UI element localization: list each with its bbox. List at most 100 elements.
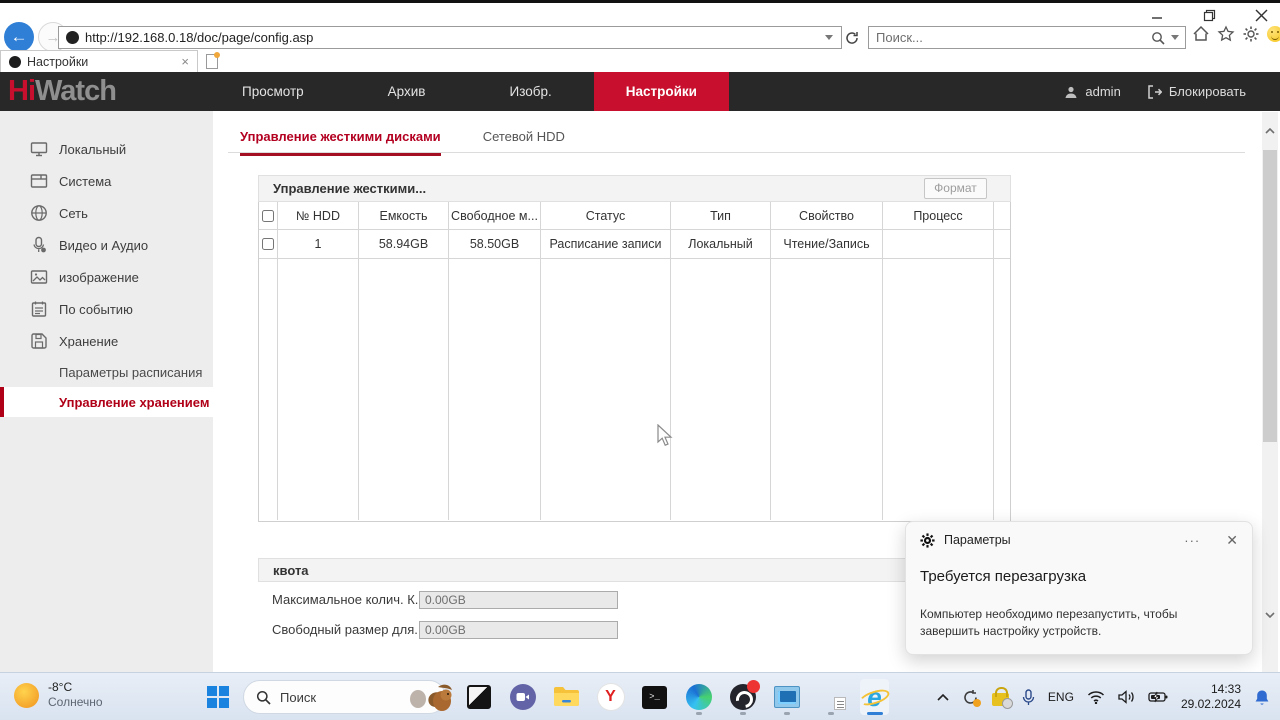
browser-search[interactable] [868,26,1186,49]
storage-disk-icon [31,333,47,349]
col-capacity: Емкость [359,202,449,229]
security-lock-icon[interactable] [991,687,1013,709]
weather-condition: Солнечно [48,695,103,709]
lock-button[interactable]: Блокировать [1147,84,1246,99]
sidebar-item-network[interactable]: Сеть [0,197,213,229]
app-dark-square-icon[interactable] [464,679,493,715]
scrollbar-thumb[interactable] [1263,150,1277,442]
address-bar[interactable] [58,26,842,49]
tab-close-icon[interactable]: × [173,54,197,69]
max-capacity-input[interactable] [419,590,618,609]
notification-toast[interactable]: Параметры ··· ✕ Требуется перезагрузка К… [905,521,1253,655]
menu-live-view[interactable]: Просмотр [200,72,346,111]
tab-favicon [9,55,21,68]
app-navbar: Hi Watch Просмотр Архив Изобр. Настройки … [0,72,1280,111]
internet-explorer-icon[interactable]: e [857,679,891,715]
tabs-divider [228,152,1245,153]
sidebar-item-event[interactable]: По событию [0,293,213,325]
volume-icon[interactable] [1118,690,1135,704]
sidebar-item-system[interactable]: Система [0,165,213,197]
start-button[interactable] [207,686,229,708]
page-scrollbar[interactable] [1262,112,1278,672]
wifi-icon[interactable] [1087,690,1105,704]
video-call-app-icon[interactable] [508,679,537,715]
refresh-button[interactable] [842,26,862,49]
toast-close-icon[interactable]: ✕ [1226,532,1238,549]
col-free-space: Свободное м... [449,202,541,229]
url-input[interactable] [85,30,817,45]
search-icon [256,690,271,705]
new-tab-button[interactable] [202,52,222,71]
file-explorer-icon[interactable] [552,679,581,715]
terminal-icon[interactable]: >_ [640,679,669,715]
weather-widget[interactable]: -8°C Солнечно [14,680,103,710]
squirrel-sticker[interactable] [408,681,454,713]
free-quota-label: Свободный размер для... [272,622,419,637]
yandex-browser-icon[interactable]: Y [596,679,625,715]
microphone-icon [33,236,46,253]
feedback-smiley-icon[interactable] [1267,26,1280,42]
free-quota-field: Свободный размер для... [272,620,618,639]
format-button[interactable]: Формат [924,178,987,199]
user-icon [1065,86,1077,98]
browser-toolbar: ← → [0,22,1280,52]
cell-progress [883,230,994,258]
language-indicator[interactable]: ENG [1048,690,1074,704]
clock-widget[interactable]: 14:33 29.02.2024 [1181,682,1241,712]
toast-app-name: Параметры [944,533,1011,547]
col-hdd-no: № HDD [278,202,359,229]
col-property: Свойство [771,202,883,229]
toast-body: Компьютер необходимо перезапустить, чтоб… [920,607,1178,639]
sidebar-item-schedule-settings[interactable]: Параметры расписания [0,357,213,387]
restore-button[interactable] [1194,5,1224,25]
row-checkbox[interactable] [262,238,274,250]
obs-studio-icon[interactable] [728,679,760,715]
toast-more-icon[interactable]: ··· [1184,533,1200,548]
edge-browser-icon[interactable] [684,679,713,715]
browser-tab[interactable]: Настройки × [0,50,198,72]
settings-gear-icon[interactable] [1242,25,1260,43]
free-quota-input[interactable] [419,620,618,639]
minimize-button[interactable] [1142,5,1172,25]
microphone-tray-icon[interactable] [1022,688,1035,706]
menu-picture[interactable]: Изобр. [467,72,593,111]
tray-expand-icon[interactable] [937,693,949,701]
scroll-up-icon[interactable] [1262,120,1278,142]
max-capacity-field: Максимальное колич. К... [272,590,618,609]
col-type: Тип [671,202,771,229]
close-button[interactable] [1246,5,1276,25]
sidebar-item-storage-management[interactable]: Управление хранением [0,387,213,417]
menu-settings[interactable]: Настройки [593,72,729,111]
sidebar-item-video-audio[interactable]: Видео и Аудио [0,229,213,261]
sidebar-item-local[interactable]: Локальный [0,133,213,165]
notification-bell-icon[interactable] [1254,689,1270,706]
col-progress: Процесс [883,202,994,229]
hdd-panel-title: Управление жесткими... [273,181,427,196]
url-dropdown-icon[interactable] [825,35,833,40]
sidebar-item-storage[interactable]: Хранение [0,325,213,357]
network-utility-icon[interactable] [816,679,846,715]
table-row[interactable]: 1 58.94GB 58.50GB Расписание записи Лока… [259,230,1010,259]
table-header-row: № HDD Емкость Свободное м... Статус Тип … [259,202,1010,230]
select-all-checkbox[interactable] [262,209,274,222]
battery-icon[interactable] [1148,691,1168,703]
system-window-icon [30,174,48,188]
hdd-panel: Управление жесткими... Формат № HDD Емко… [258,175,1011,522]
sidebar-item-image[interactable]: изображение [0,261,213,293]
media-app-icon[interactable] [772,679,801,715]
favorites-star-icon[interactable] [1217,25,1235,43]
globe-icon [31,205,47,221]
current-user: admin [1064,84,1121,99]
menu-playback[interactable]: Архив [346,72,468,111]
sync-status-icon[interactable] [962,689,981,707]
search-icon[interactable] [1151,31,1165,45]
monitor-icon [30,142,48,157]
event-notes-icon [31,301,47,317]
image-icon [30,270,48,284]
home-icon[interactable] [1192,25,1210,43]
taskbar-search-label: Поиск [280,689,317,705]
back-button[interactable]: ← [4,22,34,52]
browser-search-input[interactable] [869,30,1151,45]
search-dropdown-icon[interactable] [1171,35,1179,40]
scroll-down-icon[interactable] [1262,604,1278,626]
